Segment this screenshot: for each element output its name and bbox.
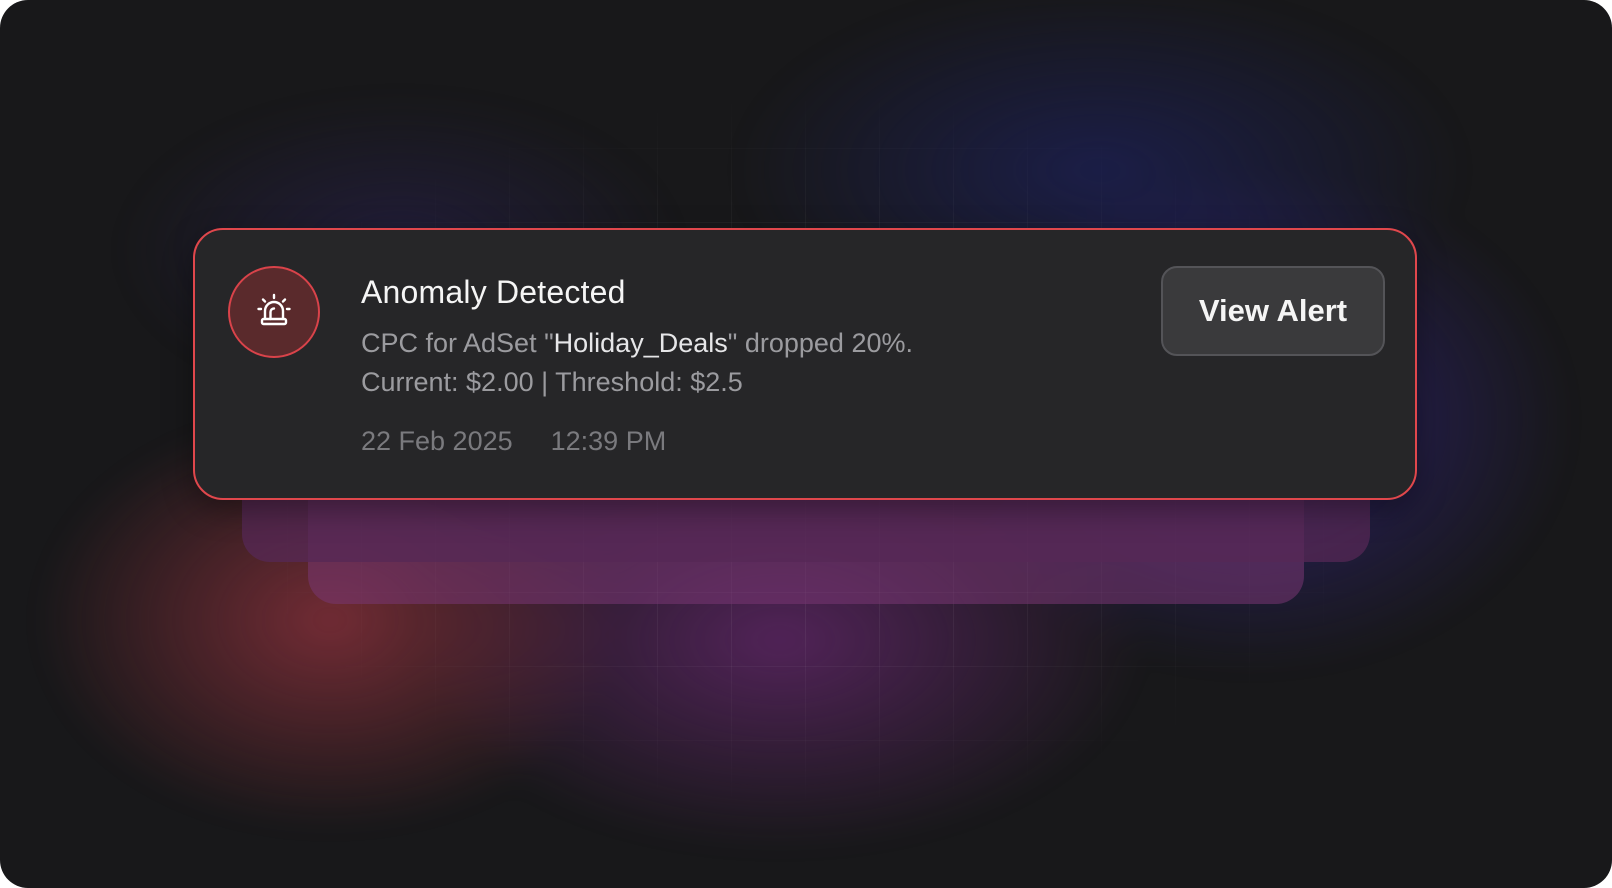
alert-icon-badge — [228, 266, 320, 358]
alert-message: CPC for AdSet "Holiday_Deals" dropped 20… — [361, 324, 913, 402]
view-alert-button[interactable]: View Alert — [1161, 266, 1385, 356]
alert-timestamp: 22 Feb 2025 12:39 PM — [361, 426, 666, 457]
alert-message-line-1: CPC for AdSet "Holiday_Deals" dropped 20… — [361, 324, 913, 363]
adset-name: Holiday_Deals — [553, 328, 728, 358]
alert-time: 12:39 PM — [550, 426, 667, 456]
anomaly-alert-card: Anomaly Detected CPC for AdSet "Holiday_… — [193, 228, 1417, 500]
value-separator: | — [541, 367, 549, 397]
alert-message-prefix: CPC for AdSet " — [361, 328, 554, 358]
notification-canvas: Anomaly Detected CPC for AdSet "Holiday_… — [0, 0, 1612, 888]
threshold-value: Threshold: $2.5 — [555, 367, 743, 397]
alert-message-line-2: Current: $2.00 | Threshold: $2.5 — [361, 363, 913, 402]
current-value: Current: $2.00 — [361, 367, 534, 397]
siren-icon — [254, 290, 294, 335]
alert-title: Anomaly Detected — [361, 274, 626, 310]
alert-message-suffix: " dropped 20%. — [727, 328, 913, 358]
alert-date: 22 Feb 2025 — [361, 426, 513, 456]
